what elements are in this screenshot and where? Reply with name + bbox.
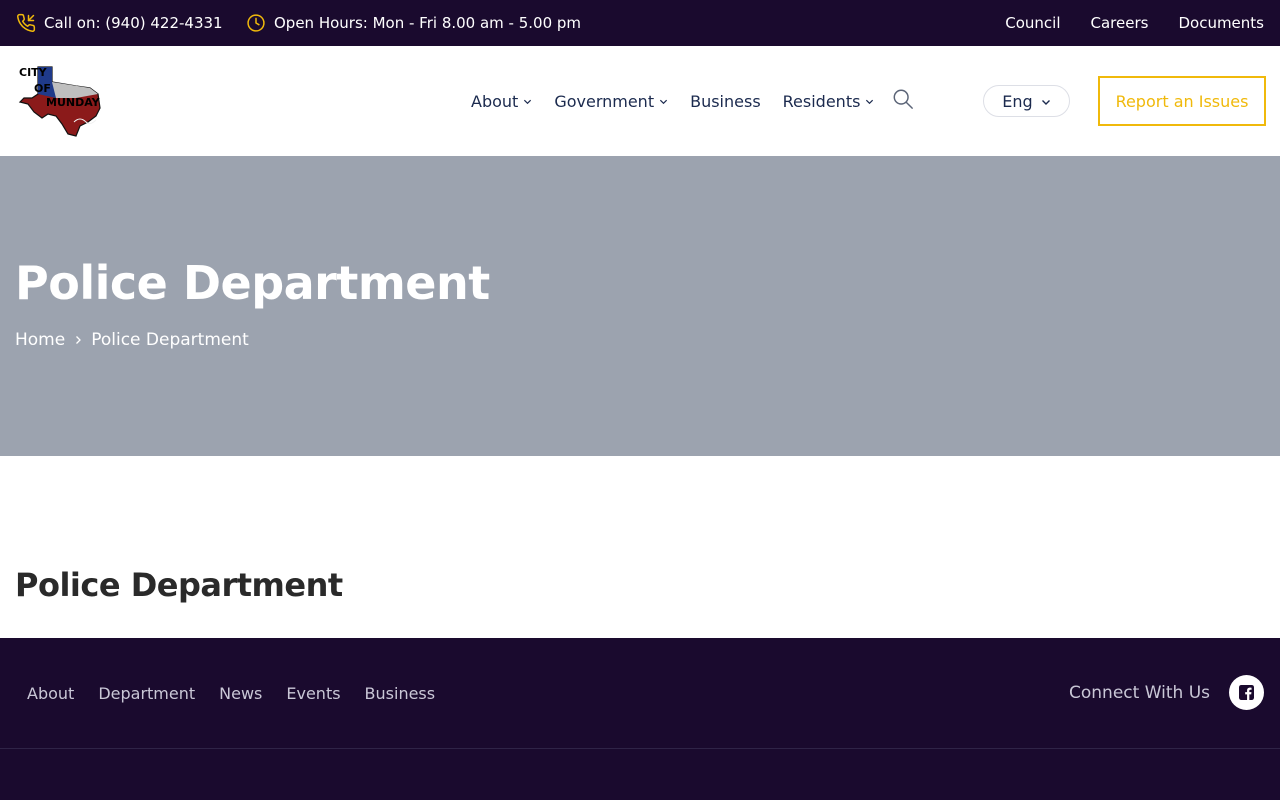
- chevron-down-icon: [659, 97, 668, 106]
- breadcrumb-current: Police Department: [91, 330, 249, 350]
- footer-nav: About Department News Events Business: [27, 638, 435, 748]
- language-select[interactable]: Eng: [983, 85, 1070, 117]
- top-link-council[interactable]: Council: [1005, 14, 1060, 32]
- page-hero: Police Department Home Police Department: [0, 156, 1280, 456]
- footer-link-business[interactable]: Business: [365, 684, 436, 703]
- nav-item-government[interactable]: Government: [554, 92, 668, 111]
- search-icon[interactable]: [892, 88, 914, 110]
- top-links: Council Careers Documents: [1005, 0, 1264, 46]
- chevron-down-icon: [523, 97, 532, 106]
- phone-contact[interactable]: Call on: (940) 422-4331: [16, 0, 223, 46]
- nav-item-residents[interactable]: Residents: [783, 92, 875, 111]
- main-nav: About Government Business Residents: [471, 46, 874, 156]
- top-link-documents[interactable]: Documents: [1178, 14, 1264, 32]
- footer-link-events[interactable]: Events: [286, 684, 340, 703]
- footer-divider: [0, 748, 1280, 749]
- report-issue-button[interactable]: Report an Issues: [1098, 76, 1266, 126]
- language-label: Eng: [1002, 91, 1033, 111]
- page-title: Police Department: [15, 256, 490, 310]
- chevron-down-icon: [865, 97, 874, 106]
- logo-text-city: CITY: [19, 66, 48, 79]
- clock-icon: [246, 13, 266, 33]
- nav-label-residents: Residents: [782, 91, 861, 111]
- content-heading: Police Department: [15, 566, 343, 604]
- footer-link-news[interactable]: News: [219, 684, 262, 703]
- nav-label-about: About: [471, 91, 519, 111]
- breadcrumb: Home Police Department: [15, 330, 249, 350]
- logo-text-of: OF: [34, 82, 51, 95]
- chevron-down-icon: [1041, 92, 1051, 111]
- top-bar: Call on: (940) 422-4331 Open Hours: Mon …: [0, 0, 1280, 46]
- open-hours: Open Hours: Mon - Fri 8.00 am - 5.00 pm: [246, 0, 581, 46]
- phone-text: Call on: (940) 422-4331: [44, 14, 223, 32]
- footer-link-department[interactable]: Department: [98, 684, 195, 703]
- footer-link-about[interactable]: About: [27, 684, 74, 703]
- nav-item-about[interactable]: About: [471, 92, 532, 111]
- nav-label-business: Business: [690, 91, 761, 111]
- connect-label: Connect With Us: [1069, 683, 1210, 703]
- logo-text-munday: MUNDAY: [46, 96, 101, 109]
- site-logo[interactable]: CITY OF MUNDAY: [16, 64, 112, 140]
- hours-text: Open Hours: Mon - Fri 8.00 am - 5.00 pm: [274, 14, 582, 32]
- breadcrumb-home[interactable]: Home: [15, 330, 65, 350]
- nav-label-government: Government: [554, 91, 655, 111]
- site-footer: About Department News Events Business Co…: [0, 638, 1280, 800]
- chevron-right-icon: [73, 335, 83, 345]
- phone-icon: [16, 13, 36, 33]
- site-header: CITY OF MUNDAY About Government Business…: [0, 46, 1280, 156]
- top-link-careers[interactable]: Careers: [1091, 14, 1149, 32]
- facebook-icon[interactable]: [1229, 675, 1264, 710]
- nav-item-business[interactable]: Business: [690, 92, 761, 111]
